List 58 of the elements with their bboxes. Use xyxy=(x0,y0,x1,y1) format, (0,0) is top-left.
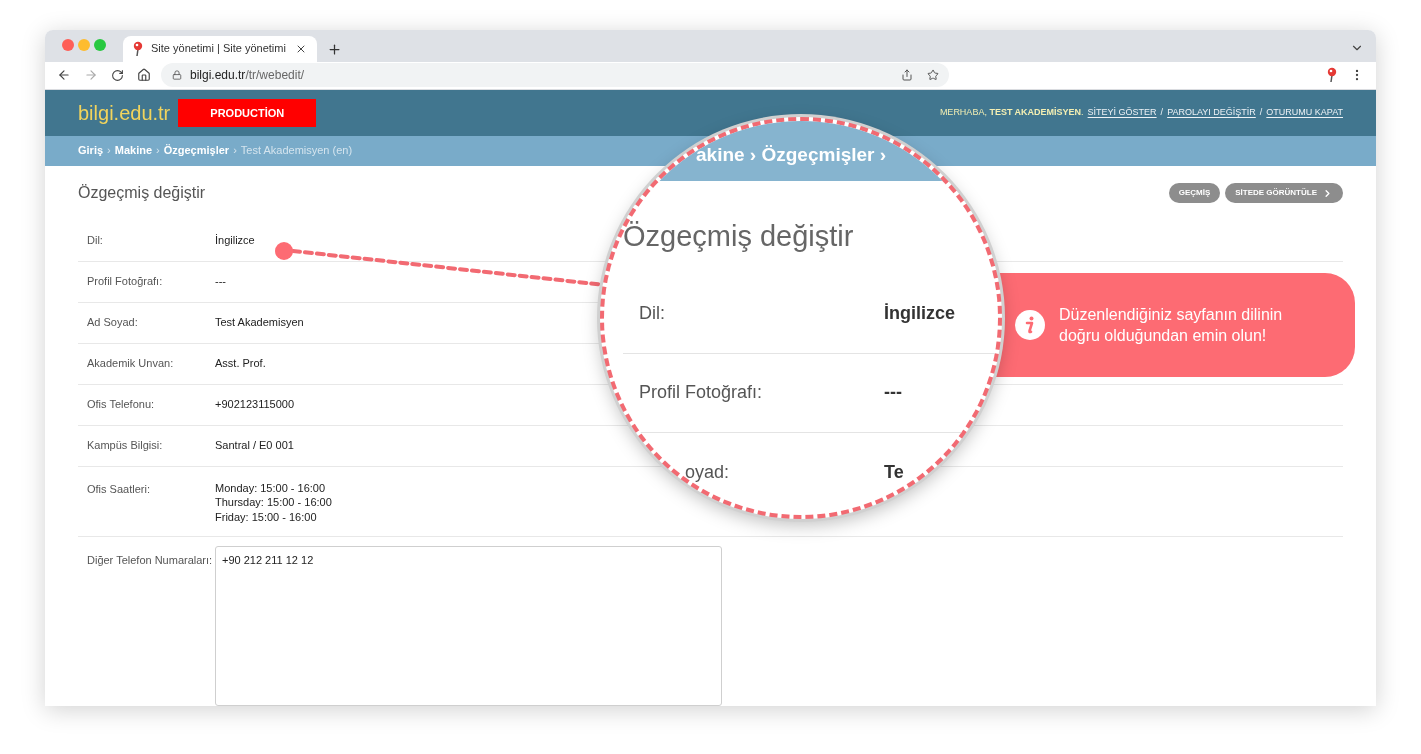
pin-favicon-icon xyxy=(133,40,143,57)
magnified-label: Profil Fotoğrafı: xyxy=(638,381,764,404)
breadcrumb-link[interactable]: Özgeçmişler xyxy=(163,142,230,159)
field-label: Ofis Telefonu: xyxy=(86,397,156,413)
field-label: Diğer Telefon Numaraları: xyxy=(86,553,214,568)
info-icon xyxy=(1015,310,1045,340)
address-bar[interactable]: bilgi.edu.tr/tr/webedit/ xyxy=(161,63,949,88)
field-value: Thursday: 15:00 - 16:00 xyxy=(215,495,332,510)
breadcrumb-separator: › xyxy=(107,143,111,159)
field-label: Kampüs Bilgisi: xyxy=(86,438,164,454)
breadcrumb-link[interactable]: Makine xyxy=(114,142,153,159)
url-text: bilgi.edu.tr/tr/webedit/ xyxy=(190,67,305,85)
pin-extension-icon xyxy=(1327,67,1337,84)
field-value: Friday: 15:00 - 16:00 xyxy=(215,509,318,524)
breadcrumb-current: Test Akademisyen (en) xyxy=(240,143,353,159)
lock-icon xyxy=(172,70,182,81)
field-value: Test Akademisyen xyxy=(215,315,304,331)
magnified-label: Dil: xyxy=(638,302,666,325)
bookmark-star-icon[interactable] xyxy=(927,69,939,82)
header-link[interactable]: SİTEYİ GÖSTER xyxy=(1087,106,1157,120)
magnified-label: oyad: xyxy=(684,460,731,484)
field-value: Monday: 15:00 - 16:00 xyxy=(215,480,327,495)
page-title: Özgeçmiş değiştir xyxy=(78,183,206,203)
header-link[interactable]: PAROLAYI DEĞİŞTİR xyxy=(1167,106,1256,120)
page-action-button[interactable]: SİTEDE GÖRÜNTÜLE xyxy=(1225,183,1343,203)
field-label: Profil Fotoğrafı: xyxy=(86,274,164,290)
field-value: Asst. Prof. xyxy=(215,356,266,372)
magnified-title: Özgeçmiş değiştir xyxy=(623,220,854,252)
link-separator: / xyxy=(1160,106,1164,120)
header-link[interactable]: OTURUMU KAPAT xyxy=(1266,106,1343,120)
environment-badge: PRODUCTİON xyxy=(178,99,317,128)
callout-text: Düzenlendiğiniz sayfanın dilinin doğru olduğundan emin olun! xyxy=(1059,305,1284,346)
new-tab-icon[interactable] xyxy=(327,41,342,57)
site-logo[interactable]: bilgi.edu.tr xyxy=(78,98,171,129)
field-label: Dil: xyxy=(86,233,104,249)
reload-icon[interactable] xyxy=(111,68,124,82)
home-icon[interactable] xyxy=(137,68,151,83)
link-separator: / xyxy=(1259,106,1263,120)
chevron-right-icon xyxy=(1322,187,1333,199)
magnified-value: Te xyxy=(884,460,904,484)
greeting-text: MERHABA, TEST AKADEMİSYEN. xyxy=(939,106,1084,120)
breadcrumb-separator: › xyxy=(233,143,237,159)
magnified-value: --- xyxy=(884,381,902,404)
share-icon[interactable] xyxy=(901,69,913,82)
page-action-button[interactable]: GEÇMİŞ xyxy=(1168,183,1221,203)
field-label: Ad Soyad: xyxy=(86,315,139,331)
field-value: --- xyxy=(215,274,226,290)
field-label: Ofis Saatleri: xyxy=(86,481,151,497)
browser-tab[interactable]: Site yönetimi | Site yönetimi xyxy=(123,35,317,62)
magnified-breadcrumb: akine › Özgeçmişler › xyxy=(696,142,887,167)
field-value: İngilizce xyxy=(215,233,255,249)
field-value: Santral / E0 001 xyxy=(215,438,294,454)
phone-textarea[interactable]: +90 212 211 12 12 xyxy=(215,546,722,706)
breadcrumb-link[interactable]: Giriş xyxy=(78,142,104,159)
field-label: Akademik Unvan: xyxy=(86,356,175,372)
breadcrumb-separator: › xyxy=(156,143,160,159)
field-value: +902123115000 xyxy=(215,397,295,413)
magnified-value: İngilizce xyxy=(884,302,955,325)
